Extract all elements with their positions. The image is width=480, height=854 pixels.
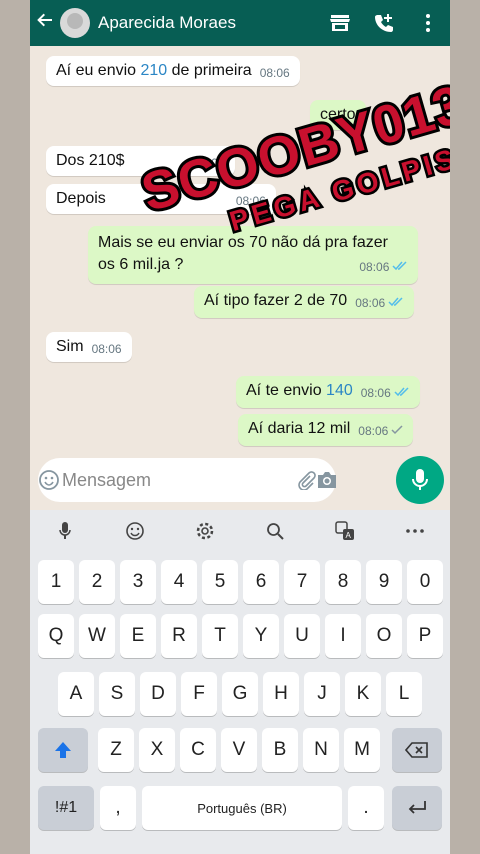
key-q[interactable]: Q xyxy=(38,614,74,658)
key-t[interactable]: T xyxy=(202,614,238,658)
add-call-icon[interactable] xyxy=(362,12,406,34)
message-outgoing[interactable]: Aí te envio 140 08:06 xyxy=(236,376,420,408)
message-incoming[interactable]: Depois 08:06 xyxy=(46,184,276,214)
backspace-icon xyxy=(405,742,428,758)
key-w[interactable]: W xyxy=(79,614,115,658)
message-outgoing[interactable]: Mais se eu enviar os 70 não dá pra fazer… xyxy=(88,226,419,284)
key-e[interactable]: E xyxy=(120,614,156,658)
key-x[interactable]: X xyxy=(139,728,175,772)
key-a[interactable]: A xyxy=(58,672,94,716)
key-s[interactable]: S xyxy=(99,672,135,716)
back-arrow-icon[interactable] xyxy=(30,10,60,36)
read-ticks-icon xyxy=(388,294,404,312)
translate-icon[interactable]: A xyxy=(327,513,363,549)
key-c[interactable]: C xyxy=(180,728,216,772)
microphone-icon xyxy=(412,469,428,490)
shift-key[interactable] xyxy=(38,728,88,772)
message-time: 08:06 xyxy=(359,260,390,274)
period-key[interactable]: . xyxy=(348,786,384,830)
key-8[interactable]: 8 xyxy=(325,560,361,604)
more-menu-icon[interactable] xyxy=(406,13,450,33)
comma-key[interactable]: , xyxy=(100,786,136,830)
key-m[interactable]: M xyxy=(344,728,380,772)
key-n[interactable]: N xyxy=(303,728,339,772)
key-d[interactable]: D xyxy=(140,672,176,716)
search-icon[interactable] xyxy=(257,513,293,549)
voice-record-button[interactable] xyxy=(396,456,444,504)
key-y[interactable]: Y xyxy=(243,614,279,658)
message-time: 08:06 xyxy=(259,66,290,80)
settings-gear-icon[interactable] xyxy=(187,513,223,549)
camera-icon[interactable] xyxy=(316,471,338,489)
video-side-right xyxy=(450,0,480,854)
key-k[interactable]: K xyxy=(345,672,381,716)
message-outgoing[interactable]: certo xyxy=(310,100,366,130)
message-time: 08:06 xyxy=(358,424,389,438)
key-5[interactable]: 5 xyxy=(202,560,238,604)
key-f[interactable]: F xyxy=(181,672,217,716)
message-input[interactable] xyxy=(60,468,296,492)
on-screen-keyboard: A 1 2 3 4 5 6 7 8 9 0 Q W E R T Y U I O P A S D F G H J K L Z X C V B N M !#… xyxy=(30,510,450,854)
message-incoming[interactable]: Aí eu envio 210 de primeira 08:06 xyxy=(46,56,300,86)
contact-name[interactable]: Aparecida Moraes xyxy=(98,13,318,33)
key-1[interactable]: 1 xyxy=(38,560,74,604)
video-side-left xyxy=(0,0,30,854)
store-icon[interactable] xyxy=(318,13,362,33)
key-p[interactable]: P xyxy=(407,614,443,658)
enter-key[interactable] xyxy=(392,786,442,830)
emoji-icon[interactable] xyxy=(38,469,60,491)
message-composer xyxy=(38,458,336,502)
key-u[interactable]: U xyxy=(284,614,320,658)
keyboard-toolbar: A xyxy=(30,510,450,552)
emoji-keyboard-icon[interactable] xyxy=(117,513,153,549)
message-time: 08:06 xyxy=(235,194,266,208)
key-l[interactable]: L xyxy=(386,672,422,716)
key-6[interactable]: 6 xyxy=(243,560,279,604)
message-outgoing[interactable]: Aí tipo fazer 2 de 70 08:06 xyxy=(194,286,415,318)
svg-text:A: A xyxy=(346,531,352,540)
key-r[interactable]: R xyxy=(161,614,197,658)
message-time: 08:06 xyxy=(91,342,122,356)
key-j[interactable]: J xyxy=(304,672,340,716)
chat-header: Aparecida Moraes xyxy=(30,0,450,46)
message-incoming[interactable]: Dos 210$ 08:06 xyxy=(46,146,235,176)
key-4[interactable]: 4 xyxy=(161,560,197,604)
shift-arrow-icon xyxy=(55,742,71,758)
key-7[interactable]: 7 xyxy=(284,560,320,604)
message-incoming[interactable]: Sim 08:06 xyxy=(46,332,132,362)
message-time: 08:06 xyxy=(194,156,225,170)
attach-clip-icon[interactable] xyxy=(296,470,316,490)
message-number: 210 xyxy=(140,62,168,79)
key-h[interactable]: H xyxy=(263,672,299,716)
message-outgoing[interactable]: Aí daria 12 mil 08:06 xyxy=(238,414,414,446)
key-2[interactable]: 2 xyxy=(79,560,115,604)
key-o[interactable]: O xyxy=(366,614,402,658)
key-g[interactable]: G xyxy=(222,672,258,716)
message-time: 08:06 xyxy=(360,386,391,400)
phone-screen: Aparecida Moraes Aí eu envio 210 de prim… xyxy=(30,0,450,854)
key-z[interactable]: Z xyxy=(98,728,134,772)
backspace-key[interactable] xyxy=(392,728,442,772)
symbols-key[interactable]: !#1 xyxy=(38,786,94,830)
read-ticks-icon xyxy=(392,256,408,278)
message-time: 08:06 xyxy=(355,296,386,310)
more-options-icon[interactable] xyxy=(397,513,433,549)
key-v[interactable]: V xyxy=(221,728,257,772)
voice-input-icon[interactable] xyxy=(47,513,83,549)
space-key[interactable]: Português (BR) xyxy=(142,786,342,830)
sent-tick-icon xyxy=(391,422,403,440)
key-3[interactable]: 3 xyxy=(120,560,156,604)
key-0[interactable]: 0 xyxy=(407,560,443,604)
key-9[interactable]: 9 xyxy=(366,560,402,604)
message-number: 140 xyxy=(326,382,353,399)
key-i[interactable]: I xyxy=(325,614,361,658)
contact-avatar[interactable] xyxy=(60,8,90,38)
key-b[interactable]: B xyxy=(262,728,298,772)
enter-arrow-icon xyxy=(408,801,426,814)
read-ticks-icon xyxy=(394,384,410,402)
